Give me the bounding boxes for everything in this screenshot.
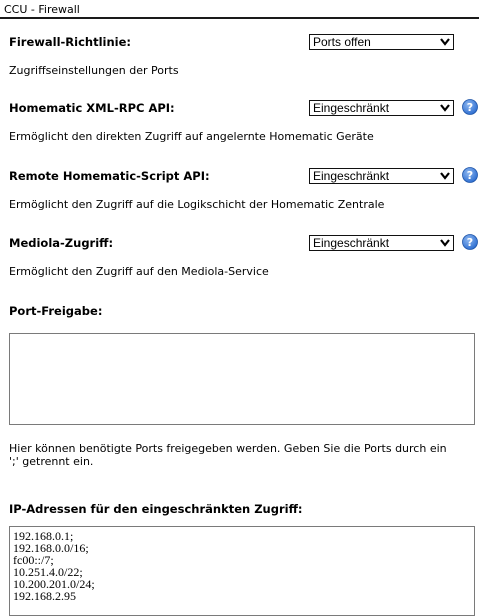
window-titlebar: CCU - Firewall bbox=[0, 0, 479, 19]
svg-text:?: ? bbox=[467, 236, 473, 249]
mediola-label: Mediola-Zugriff: bbox=[9, 236, 114, 250]
script-api-label: Remote Homematic-Script API: bbox=[9, 169, 210, 183]
firewall-policy-value: Ports offen bbox=[313, 35, 371, 49]
help-question-icon[interactable]: ? bbox=[462, 167, 478, 183]
chevron-down-icon bbox=[440, 104, 450, 112]
xmlrpc-value: Eingeschränkt bbox=[313, 101, 390, 115]
ip-line: 192.168.2.95 bbox=[13, 589, 76, 603]
port-share-label: Port-Freigabe: bbox=[9, 304, 103, 318]
chevron-down-icon bbox=[440, 239, 450, 247]
help-question-icon[interactable]: ? bbox=[462, 234, 478, 250]
mediola-description: Ermöglicht den Zugriff auf den Mediola-S… bbox=[9, 265, 269, 278]
script-api-select[interactable]: Eingeschränkt bbox=[309, 168, 454, 184]
port-share-description-line2: ';' getrennt ein. bbox=[9, 455, 94, 468]
port-share-textarea[interactable] bbox=[9, 333, 475, 425]
mediola-select[interactable]: Eingeschränkt bbox=[309, 235, 454, 251]
firewall-policy-select[interactable]: Ports offen bbox=[309, 34, 454, 50]
firewall-policy-description: Zugriffseinstellungen der Ports bbox=[9, 64, 179, 77]
chevron-down-icon bbox=[440, 38, 450, 46]
mediola-value: Eingeschränkt bbox=[313, 236, 390, 250]
svg-text:?: ? bbox=[467, 101, 473, 114]
chevron-down-icon bbox=[440, 172, 450, 180]
script-api-description: Ermöglicht den Zugriff auf die Logikschi… bbox=[9, 198, 385, 211]
window-title: CCU - Firewall bbox=[4, 3, 80, 16]
ip-restricted-lines: 192.168.0.1; 192.168.0.0/16; fc00::/7; 1… bbox=[13, 530, 95, 602]
help-question-icon[interactable]: ? bbox=[462, 99, 478, 115]
xmlrpc-select[interactable]: Eingeschränkt bbox=[309, 100, 454, 116]
svg-text:?: ? bbox=[467, 169, 473, 182]
firewall-policy-label: Firewall-Richtlinie: bbox=[9, 35, 132, 49]
ip-restricted-label: IP-Adressen für den eingeschränkten Zugr… bbox=[9, 502, 303, 516]
script-api-value: Eingeschränkt bbox=[313, 169, 390, 183]
ip-restricted-textarea[interactable]: 192.168.0.1; 192.168.0.0/16; fc00::/7; 1… bbox=[9, 526, 475, 616]
port-share-description-line1: Hier können benötigte Ports freigegeben … bbox=[9, 442, 447, 455]
xmlrpc-description: Ermöglicht den direkten Zugriff auf ange… bbox=[9, 130, 374, 143]
xmlrpc-label: Homematic XML-RPC API: bbox=[9, 101, 175, 115]
